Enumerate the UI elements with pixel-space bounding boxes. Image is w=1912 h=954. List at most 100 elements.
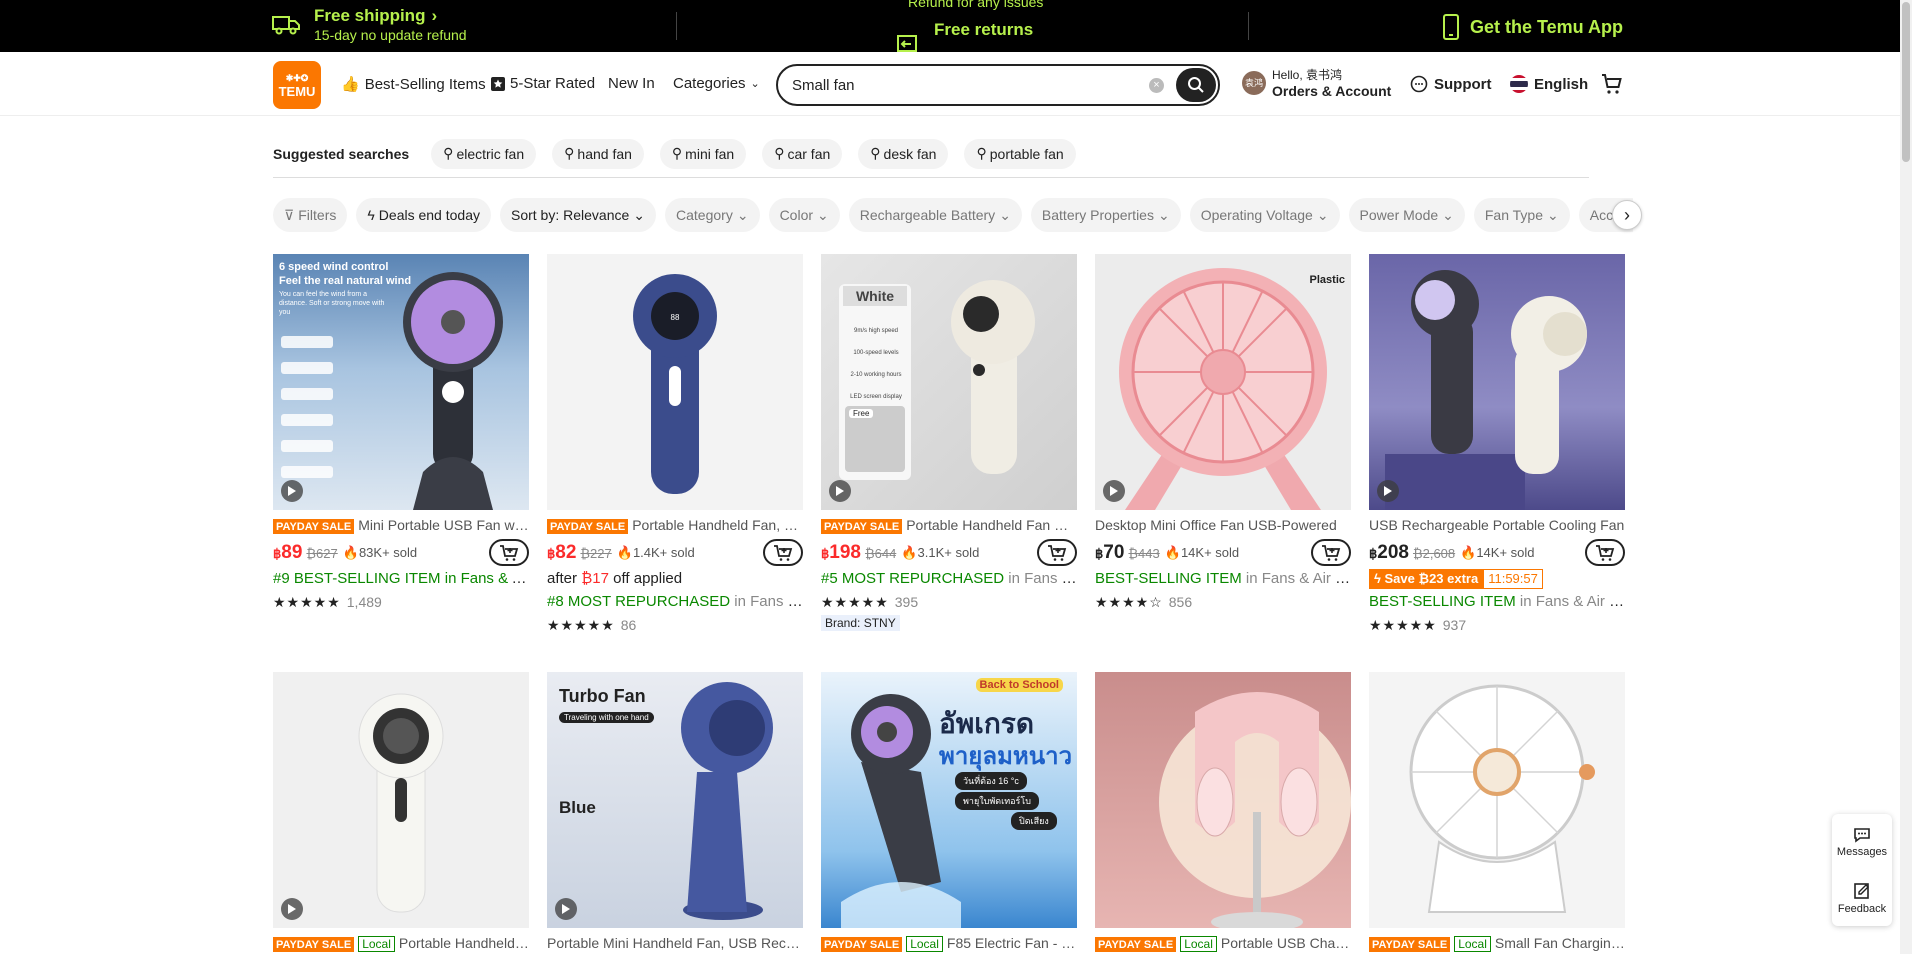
suggestion-chip[interactable]: ⚲ hand fan xyxy=(552,138,644,169)
free-returns-label: Free returns xyxy=(934,20,1034,39)
sold-count: 🔥3.1K+ sold xyxy=(901,545,979,561)
filter-rechargeable-battery[interactable]: Rechargeable Battery ⌄ xyxy=(848,198,1022,232)
nav-categories[interactable]: Categories ⌄ xyxy=(673,75,760,92)
product-image[interactable]: 6 speed wind control Feel the real natur… xyxy=(273,254,529,510)
product-title[interactable]: PAYDAY SALEMini Portable USB Fan with 6 … xyxy=(273,516,529,534)
search-button[interactable] xyxy=(1176,68,1216,102)
sort-dropdown[interactable]: Sort by: Relevance ⌄ xyxy=(499,198,657,232)
product-title[interactable]: PAYDAY SALELocalPortable Handheld Turbo … xyxy=(273,934,529,952)
suggestion-chip[interactable]: ⚲ portable fan xyxy=(964,138,1076,169)
product-card[interactable]: Plastic Desktop Mini Office Fan USB-Powe… xyxy=(1095,254,1351,612)
product-image[interactable]: White 9m/s high speed 100-speed levels 2… xyxy=(821,254,1077,510)
account-menu[interactable]: 袁鸿 Hello, 袁书鸿 Orders & Account xyxy=(1242,66,1391,99)
scrollbar-thumb[interactable] xyxy=(1902,2,1910,162)
free-returns-promo[interactable]: Refund for any issues Free returns xyxy=(896,0,1043,40)
rating-count: 1,489 xyxy=(346,594,382,610)
ranking-line[interactable]: #5 MOST REPURCHASED in Fans & Air Condit… xyxy=(821,569,1077,589)
product-image[interactable]: 88 xyxy=(547,254,803,510)
search-input[interactable]: Small fan xyxy=(792,77,855,94)
get-app-link[interactable]: Get the Temu App xyxy=(1442,14,1623,40)
nav-five-star[interactable]: 5-Star Rated xyxy=(491,75,595,92)
product-title[interactable]: PAYDAY SALEPortable Handheld Fan with LE… xyxy=(821,516,1077,534)
ranking-line[interactable]: #9 BEST-SELLING ITEM in Fans & Air Condi… xyxy=(273,569,529,589)
suggestion-chip[interactable]: ⚲ car fan xyxy=(762,138,843,169)
feedback-button[interactable]: Feedback xyxy=(1832,870,1892,926)
product-title[interactable]: USB Rechargeable Portable Cooling Fan xyxy=(1369,516,1625,534)
product-title[interactable]: Portable Mini Handheld Fan, USB Recharge… xyxy=(547,934,803,952)
cart-plus-icon xyxy=(1048,544,1067,561)
product-card[interactable]: USB Rechargeable Portable Cooling Fan ฿2… xyxy=(1369,254,1625,635)
add-to-cart-button[interactable] xyxy=(1311,539,1351,566)
filter-power-mode[interactable]: Power Mode ⌄ xyxy=(1348,198,1465,232)
side-widget: Messages Feedback xyxy=(1832,814,1892,926)
scrollbar[interactable] xyxy=(1900,0,1912,954)
product-title[interactable]: PAYDAY SALELocalSmall Fan Charging Clip … xyxy=(1369,934,1625,952)
cart-button[interactable] xyxy=(1600,72,1624,101)
add-to-cart-button[interactable] xyxy=(489,539,529,566)
nav-label: 5-Star Rated xyxy=(510,75,596,92)
search-box[interactable]: Small fan × xyxy=(776,64,1220,106)
product-image[interactable]: Turbo Fan Traveling with one hand Blue xyxy=(547,672,803,928)
play-icon[interactable] xyxy=(1377,480,1399,502)
play-icon[interactable] xyxy=(281,480,303,502)
nav-best-selling[interactable]: 👍 Best-Selling Items xyxy=(341,75,486,94)
suggestion-chip[interactable]: ⚲ desk fan xyxy=(858,138,949,169)
language-selector[interactable]: English xyxy=(1510,75,1588,93)
product-card[interactable]: 88 PAYDAY SALEPortable Handheld Fan, 120… xyxy=(547,254,803,635)
add-to-cart-button[interactable] xyxy=(1585,539,1625,566)
product-card[interactable]: PAYDAY SALELocalSmall Fan Charging Clip … xyxy=(1369,672,1625,952)
deals-end-today-button[interactable]: ϟ Deals end today xyxy=(356,198,491,232)
product-card[interactable]: Back to School อัพเกรด พายุลมหนาว วันที่… xyxy=(821,672,1077,952)
ranking-line[interactable]: #8 MOST REPURCHASED in Fans & Air Condit… xyxy=(547,592,803,612)
messages-button[interactable]: Messages xyxy=(1832,814,1892,870)
product-title[interactable]: PAYDAY SALELocalF85 Electric Fan - High … xyxy=(821,934,1077,952)
play-icon[interactable] xyxy=(281,898,303,920)
nav-label: New In xyxy=(608,75,655,92)
ranking-line[interactable]: BEST-SELLING ITEM in Fans & Air Conditio… xyxy=(1095,569,1351,589)
suggestion-chip[interactable]: ⚲ mini fan xyxy=(659,138,747,169)
nav-new-in[interactable]: New In xyxy=(608,75,655,92)
ranking-line[interactable]: BEST-SELLING ITEM in Fans & Air Conditio… xyxy=(1369,592,1625,612)
play-icon[interactable] xyxy=(555,898,577,920)
filter-fan-type[interactable]: Fan Type ⌄ xyxy=(1473,198,1570,232)
chat-icon xyxy=(1410,75,1428,93)
product-card[interactable]: PAYDAY SALELocalPortable USB Chargeable … xyxy=(1095,672,1351,952)
filter-color[interactable]: Color ⌄ xyxy=(768,198,840,232)
suggestion-chip[interactable]: ⚲ electric fan xyxy=(431,138,537,169)
free-shipping-promo[interactable]: Free shipping › 15-day no update refund xyxy=(274,6,467,42)
product-image[interactable] xyxy=(1369,254,1625,510)
product-card[interactable]: White 9m/s high speed 100-speed levels 2… xyxy=(821,254,1077,632)
filters-button[interactable]: ⊽ Filters xyxy=(273,198,348,232)
rating-stars: ★★★★★ xyxy=(273,593,341,610)
product-image[interactable] xyxy=(1095,672,1351,928)
product-image[interactable] xyxy=(273,672,529,928)
filter-scroll-right-button[interactable]: › xyxy=(1612,200,1642,230)
product-title[interactable]: Desktop Mini Office Fan USB-Powered xyxy=(1095,516,1351,534)
sale-badge: PAYDAY SALE xyxy=(1095,937,1177,952)
filter-operating-voltage[interactable]: Operating Voltage ⌄ xyxy=(1189,198,1340,232)
product-title[interactable]: PAYDAY SALELocalPortable USB Chargeable … xyxy=(1095,934,1351,952)
filter-battery-properties[interactable]: Battery Properties ⌄ xyxy=(1030,198,1181,232)
product-title[interactable]: PAYDAY SALEPortable Handheld Fan, 1200mA… xyxy=(547,516,803,534)
filter-category[interactable]: Category ⌄ xyxy=(665,198,760,232)
sold-count: 🔥14K+ sold xyxy=(1460,545,1534,561)
sold-text: 3.1K+ sold xyxy=(917,545,980,560)
add-to-cart-button[interactable] xyxy=(763,539,803,566)
support-link[interactable]: Support xyxy=(1410,75,1492,93)
sold-count: 🔥1.4K+ sold xyxy=(617,545,695,561)
play-icon[interactable] xyxy=(829,480,851,502)
product-image[interactable]: Back to School อัพเกรด พายุลมหนาว วันที่… xyxy=(821,672,1077,928)
add-to-cart-button[interactable] xyxy=(1037,539,1077,566)
play-icon[interactable] xyxy=(1103,480,1125,502)
cart-plus-icon xyxy=(1596,544,1615,561)
sale-badge: PAYDAY SALE xyxy=(273,937,355,952)
product-image[interactable]: Plastic xyxy=(1095,254,1351,510)
clear-icon[interactable]: × xyxy=(1149,78,1164,93)
cart-plus-icon xyxy=(1322,544,1341,561)
temu-logo[interactable]: ✱✚✪ TEMU xyxy=(273,61,321,109)
product-card[interactable]: 6 speed wind control Feel the real natur… xyxy=(273,254,529,612)
product-card[interactable]: Turbo Fan Traveling with one hand Blue P… xyxy=(547,672,803,952)
thailand-flag-icon xyxy=(1510,75,1528,93)
product-card[interactable]: PAYDAY SALELocalPortable Handheld Turbo … xyxy=(273,672,529,952)
product-image[interactable] xyxy=(1369,672,1625,928)
